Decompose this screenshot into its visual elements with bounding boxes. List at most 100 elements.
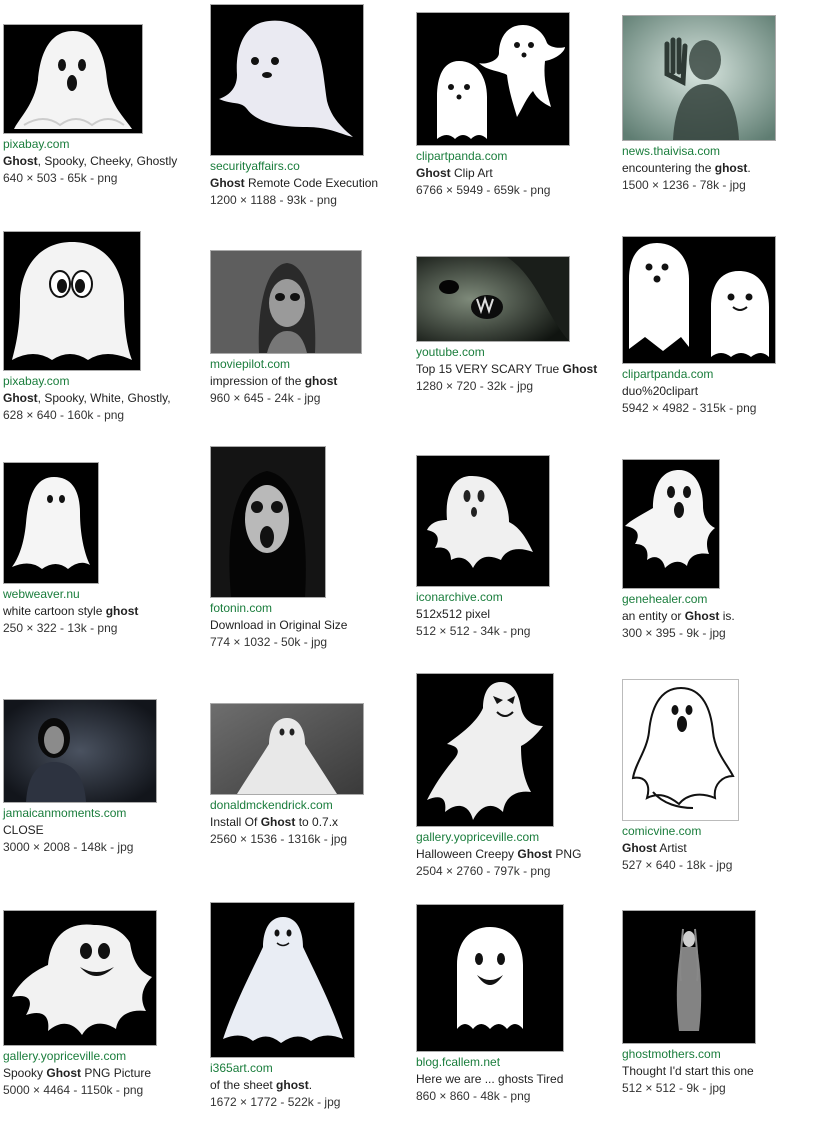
- result-dimensions: 5000 × 4464 - 1150k - png: [3, 1083, 144, 1097]
- caption-segment: ghost: [105, 604, 139, 618]
- result-source[interactable]: pixabay.com: [3, 136, 203, 153]
- simple-ghost-icon[interactable]: [3, 462, 99, 584]
- result-source[interactable]: gallery.yopriceville.com: [3, 1048, 203, 1065]
- caption-segment: Ghost: [622, 841, 657, 855]
- ghost-duo-icon[interactable]: [622, 236, 776, 364]
- result-18[interactable]: i365art.com of the sheet ghost. 1672 × 1…: [210, 902, 410, 1111]
- result-source[interactable]: webweaver.nu: [3, 586, 203, 603]
- caption-segment: PNG: [552, 847, 582, 861]
- caption-segment: of the sheet: [210, 1078, 277, 1092]
- result-source[interactable]: donaldmckendrick.com: [210, 797, 410, 814]
- result-20[interactable]: ghostmothers.com Thought I'd start this …: [622, 910, 822, 1097]
- caption-segment: Spooky: [3, 1066, 47, 1080]
- caption-segment: Artist: [656, 841, 687, 855]
- result-dimensions: 2504 × 2760 - 797k - png: [416, 864, 551, 878]
- outline-ghost-icon[interactable]: [622, 679, 739, 821]
- result-2[interactable]: securityaffairs.co Ghost Remote Code Exe…: [210, 4, 410, 209]
- caption-segment: Thought I'd start this one: [622, 1064, 754, 1078]
- result-source[interactable]: comicvine.com: [622, 823, 822, 840]
- caption-segment: ghost: [714, 161, 748, 175]
- result-source[interactable]: clipartpanda.com: [622, 366, 822, 383]
- result-dimensions: 6766 × 5949 - 659k - png: [416, 183, 551, 197]
- shadow-hand-photo[interactable]: [622, 15, 776, 141]
- ghost-woman-photo[interactable]: [622, 910, 756, 1044]
- result-dimensions: 250 × 322 - 13k - png: [3, 621, 118, 635]
- dark-figure-photo[interactable]: [3, 699, 157, 803]
- creepy-ghost-icon[interactable]: [416, 673, 554, 827]
- screaming-ghost-icon[interactable]: [622, 459, 720, 589]
- result-caption: an entity or Ghost is.: [622, 608, 822, 625]
- result-4[interactable]: news.thaivisa.com encountering the ghost…: [622, 15, 822, 194]
- caption-segment: Download in Original Size: [210, 618, 348, 632]
- result-16[interactable]: comicvine.com Ghost Artist 527 × 640 - 1…: [622, 679, 822, 874]
- result-9[interactable]: webweaver.nu white cartoon style ghost 2…: [3, 462, 203, 637]
- result-source[interactable]: iconarchive.com: [416, 589, 616, 606]
- result-source[interactable]: pixabay.com: [3, 373, 203, 390]
- scary-face-photo[interactable]: [416, 256, 570, 342]
- sheet-ghost-photo[interactable]: [210, 703, 364, 795]
- cartoon-ghost-eyes-icon[interactable]: [3, 231, 141, 371]
- result-caption: encountering the ghost.: [622, 160, 822, 177]
- caption-segment: ghost: [276, 1078, 309, 1092]
- result-12[interactable]: genehealer.com an entity or Ghost is. 30…: [622, 459, 822, 642]
- result-source[interactable]: clipartpanda.com: [416, 148, 616, 165]
- result-source[interactable]: securityaffairs.co: [210, 158, 410, 175]
- cartoon-ghost-side-icon[interactable]: [210, 4, 364, 156]
- result-caption: CLOSE: [3, 822, 203, 839]
- result-13[interactable]: jamaicanmoments.com CLOSE 3000 × 2008 - …: [3, 699, 203, 856]
- smiling-ghost-icon[interactable]: [416, 904, 564, 1052]
- result-source[interactable]: i365art.com: [210, 1060, 410, 1077]
- caption-segment: Install Of: [210, 815, 261, 829]
- caption-segment: Ghost: [416, 166, 451, 180]
- result-dimensions: 774 × 1032 - 50k - jpg: [210, 635, 328, 649]
- cartoon-ghost-oh-icon[interactable]: [3, 24, 143, 134]
- result-caption: Halloween Creepy Ghost PNG: [416, 846, 616, 863]
- result-source[interactable]: blog.fcallem.net: [416, 1054, 616, 1071]
- result-dimensions: 860 × 860 - 48k - png: [416, 1089, 531, 1103]
- result-source[interactable]: jamaicanmoments.com: [3, 805, 203, 822]
- caption-segment: impression of the: [210, 374, 305, 388]
- result-caption: impression of the ghost: [210, 373, 410, 390]
- result-11[interactable]: iconarchive.com 512x512 pixel 512 × 512 …: [416, 455, 616, 640]
- two-ghosts-icon[interactable]: [416, 12, 570, 146]
- result-source[interactable]: fotonin.com: [210, 600, 410, 617]
- floating-ghost-icon[interactable]: [416, 455, 550, 587]
- result-dimensions: 2560 × 1536 - 1316k - jpg: [210, 832, 348, 846]
- grinning-ghost-icon[interactable]: [3, 910, 157, 1046]
- result-caption: Spooky Ghost PNG Picture: [3, 1065, 203, 1082]
- result-caption: Ghost Clip Art: [416, 165, 616, 182]
- result-caption: Here we are ... ghosts Tired: [416, 1071, 616, 1088]
- result-10[interactable]: fotonin.com Download in Original Size 77…: [210, 446, 410, 651]
- result-source[interactable]: news.thaivisa.com: [622, 143, 822, 160]
- result-caption: of the sheet ghost.: [210, 1077, 410, 1094]
- caption-segment: Ghost: [517, 847, 553, 861]
- result-5[interactable]: pixabay.com Ghost, Spooky, White, Ghostl…: [3, 231, 203, 424]
- screaming-woman-photo[interactable]: [210, 446, 326, 598]
- result-17[interactable]: gallery.yopriceville.com Spooky Ghost PN…: [3, 910, 203, 1099]
- caption-segment: ghost: [304, 374, 338, 388]
- sheet-ghost-figurine-icon[interactable]: [210, 902, 355, 1058]
- result-source[interactable]: gallery.yopriceville.com: [416, 829, 616, 846]
- result-7[interactable]: youtube.com Top 15 VERY SCARY True Ghost…: [416, 256, 626, 395]
- result-6[interactable]: moviepilot.com impression of the ghost 9…: [210, 250, 410, 407]
- result-source[interactable]: moviepilot.com: [210, 356, 410, 373]
- result-8[interactable]: clipartpanda.com duo%20clipart 5942 × 49…: [622, 236, 822, 417]
- result-caption: white cartoon style ghost: [3, 603, 203, 620]
- result-3[interactable]: clipartpanda.com Ghost Clip Art 6766 × 5…: [416, 12, 616, 199]
- result-source[interactable]: ghostmothers.com: [622, 1046, 822, 1063]
- girl-dark-eyes-photo[interactable]: [210, 250, 362, 354]
- result-dimensions: 640 × 503 - 65k - png: [3, 171, 118, 185]
- result-caption: Top 15 VERY SCARY True Ghost: [416, 361, 626, 378]
- caption-segment: Ghost: [46, 1066, 82, 1080]
- result-14[interactable]: donaldmckendrick.com Install Of Ghost to…: [210, 703, 410, 848]
- result-1[interactable]: pixabay.com Ghost, Spooky, Cheeky, Ghost…: [3, 24, 203, 187]
- result-dimensions: 5942 × 4982 - 315k - png: [622, 401, 757, 415]
- caption-segment: is.: [719, 609, 735, 623]
- caption-segment: , Spooky, Cheeky, Ghostly: [37, 154, 178, 168]
- result-source[interactable]: genehealer.com: [622, 591, 822, 608]
- result-15[interactable]: gallery.yopriceville.com Halloween Creep…: [416, 673, 616, 880]
- caption-segment: Ghost: [260, 815, 296, 829]
- caption-segment: .: [747, 161, 751, 175]
- result-19[interactable]: blog.fcallem.net Here we are ... ghosts …: [416, 904, 616, 1105]
- result-source[interactable]: youtube.com: [416, 344, 626, 361]
